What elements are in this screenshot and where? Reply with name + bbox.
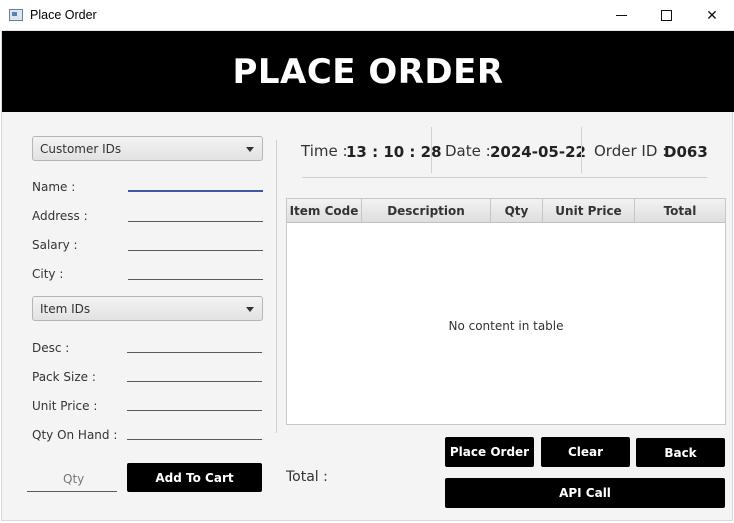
- maximize-button[interactable]: [643, 0, 689, 31]
- date-value: 2024-05-22: [490, 143, 586, 161]
- close-icon: ✕: [706, 7, 718, 24]
- app-icon: [9, 9, 23, 21]
- add-to-cart-button[interactable]: Add To Cart: [127, 463, 262, 492]
- column-header-qty[interactable]: Qty: [491, 199, 543, 223]
- info-underline: [302, 177, 707, 178]
- table-empty-message: No content in table: [448, 319, 564, 333]
- order-id-label: Order ID :: [594, 142, 668, 160]
- order-id-value: D063: [664, 143, 708, 161]
- qty-input[interactable]: Qty: [27, 472, 117, 492]
- unit-price-label: Unit Price :: [32, 399, 98, 413]
- address-field[interactable]: [128, 204, 263, 222]
- place-order-button[interactable]: Place Order: [445, 437, 534, 467]
- time-value: 13 : 10 : 28: [346, 143, 442, 161]
- qty-on-hand-label: Qty On Hand :: [32, 428, 118, 442]
- address-label: Address :: [32, 209, 88, 223]
- column-header-unit-price[interactable]: Unit Price: [543, 199, 635, 223]
- name-label: Name :: [32, 180, 76, 194]
- api-call-button[interactable]: API Call: [445, 478, 725, 508]
- name-field[interactable]: [128, 174, 263, 192]
- maximize-icon: [660, 10, 672, 21]
- item-id-combo[interactable]: Item IDs: [32, 296, 263, 321]
- table-header: Item Code Description Qty Unit Price Tot…: [287, 199, 725, 223]
- minimize-button[interactable]: [598, 0, 644, 31]
- city-label: City :: [32, 267, 64, 281]
- column-header-description[interactable]: Description: [362, 199, 491, 223]
- back-button[interactable]: Back: [636, 438, 725, 467]
- cart-table[interactable]: Item Code Description Qty Unit Price Tot…: [286, 198, 726, 425]
- window-title: Place Order: [30, 8, 97, 22]
- desc-field[interactable]: [127, 335, 262, 353]
- section-divider: [276, 140, 277, 433]
- pack-size-field[interactable]: [127, 364, 262, 382]
- item-id-combo-label: Item IDs: [40, 302, 91, 316]
- header-banner: PLACE ORDER: [2, 31, 734, 112]
- unit-price-field[interactable]: [127, 393, 262, 411]
- qty-on-hand-field[interactable]: [127, 422, 262, 440]
- column-header-total[interactable]: Total: [635, 199, 725, 223]
- qty-placeholder: Qty: [63, 472, 85, 486]
- date-label: Date :: [445, 142, 491, 160]
- salary-field[interactable]: [128, 233, 263, 251]
- page-title: PLACE ORDER: [232, 51, 504, 92]
- total-label: Total :: [286, 469, 328, 485]
- info-separator: [581, 127, 582, 173]
- info-separator: [431, 127, 432, 173]
- column-header-item-code[interactable]: Item Code: [287, 199, 362, 223]
- customer-id-combo-label: Customer IDs: [40, 142, 122, 156]
- minimize-icon: [615, 15, 627, 16]
- clear-button[interactable]: Clear: [541, 437, 630, 467]
- place-order-form: PLACE ORDER Customer IDs Name : Address …: [1, 31, 734, 521]
- salary-label: Salary :: [32, 238, 78, 252]
- title-bar: Place Order ✕: [0, 0, 734, 31]
- pack-size-label: Pack Size :: [32, 370, 96, 384]
- desc-label: Desc :: [32, 341, 70, 355]
- time-label: Time :: [301, 142, 348, 160]
- city-field[interactable]: [128, 262, 263, 280]
- close-button[interactable]: ✕: [689, 0, 734, 31]
- chevron-down-icon: [246, 307, 254, 312]
- customer-id-combo[interactable]: Customer IDs: [32, 136, 263, 161]
- chevron-down-icon: [246, 147, 254, 152]
